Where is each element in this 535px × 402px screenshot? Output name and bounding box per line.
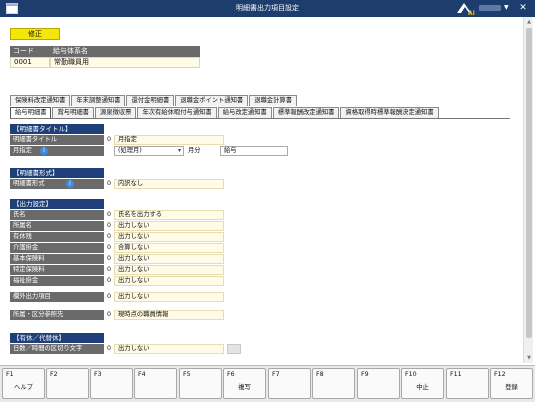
f12-register-button[interactable]: F12 登録 [490, 368, 533, 399]
f7-button[interactable]: F7 [268, 368, 311, 399]
field-value: 出力しない [114, 254, 224, 264]
field-label: 基本保険料 [10, 254, 104, 264]
section-statement-title: 【明細書タイトル】 明細書タイトル 0 月指定 月指定 i (処理月) ▾ 月分… [10, 124, 288, 156]
tab-retirement-calculation[interactable]: 退職金計算書 [249, 95, 297, 106]
chevron-down-icon[interactable]: ▼ [504, 4, 509, 11]
section-header: 【有休／代替休】 [10, 333, 104, 343]
section-output-settings: 【出力設定】 氏名 0 氏名を出力する 所属名 0 出力しない 有休残 0 出力しない 介護… [10, 199, 224, 286]
section-output-extra: 欄外出力項目 0 出力しない [10, 292, 224, 302]
vertical-scrollbar[interactable]: ▲ ▼ [523, 17, 533, 363]
field-value: 現時点の職員情報 [114, 310, 224, 320]
function-key-bar: F1 ヘルプ F2 F3 F4 F5 F6 複写 F7 F8 F9 F10 中止 F1… [0, 365, 535, 402]
column-header-code: コード [10, 46, 50, 57]
field-label: 所属名 [10, 221, 104, 231]
tab-salary-revision[interactable]: 給与改定通知書 [217, 107, 272, 118]
f1-help-button[interactable]: F1 ヘルプ [2, 368, 45, 399]
info-icon[interactable]: i [40, 147, 48, 155]
tab-insurance-revision[interactable]: 保険料改定通知書 [10, 95, 71, 106]
edit-button[interactable]: 修正 [10, 28, 60, 40]
tab-refund-statement[interactable]: 還付金明細書 [126, 95, 175, 106]
field-value: 出力しない [114, 344, 224, 354]
f9-button[interactable]: F9 [357, 368, 400, 399]
title-text-input[interactable]: 給与 [220, 146, 288, 156]
field-code[interactable]: 0 [104, 254, 114, 264]
field-code[interactable]: 0 [104, 232, 114, 242]
user-info[interactable] [479, 5, 501, 11]
month-select[interactable]: (処理月) ▾ [114, 146, 184, 156]
field-value: 出力しない [114, 221, 224, 231]
section-header: 【出力設定】 [10, 199, 104, 209]
scroll-thumb[interactable] [526, 28, 532, 338]
f2-button[interactable]: F2 [46, 368, 89, 399]
field-value: 出力しない [114, 232, 224, 242]
field-code[interactable]: 0 [104, 276, 114, 286]
svg-text:AI: AI [468, 10, 475, 16]
field-label: 氏名 [10, 210, 104, 220]
delimiter-button[interactable] [227, 344, 241, 354]
tab-row-1: 保険料改定通知書 年末調整通知書 還付金明細書 退職金ポイント通知書 退職金計算… [10, 95, 298, 106]
section-header: 【明細書タイトル】 [10, 124, 104, 134]
tab-row-2: 給与明細書 賞与明細書 源泉徴収票 年次有給休暇付与通知書 給与改定通知書 標準… [10, 107, 440, 118]
field-value: 出力しない [114, 265, 224, 275]
field-label: 特定保険料 [10, 265, 104, 275]
tab-withholding-slip[interactable]: 源泉徴収票 [94, 107, 137, 118]
field-value: 出力しない [114, 292, 224, 302]
field-label: 月指定 i [10, 146, 104, 156]
field-value: 内訳なし [114, 179, 224, 189]
field-value: 氏名を出力する [114, 210, 224, 220]
field-label: 日数／時間の区切り文字 [10, 344, 104, 354]
field-code[interactable]: 0 [104, 292, 114, 302]
scroll-down-icon[interactable]: ▼ [525, 354, 533, 362]
salary-system-table: コード 給与体系名 0001 常勤職員用 [10, 46, 200, 68]
section-header: 【明細書形式】 [10, 168, 104, 178]
f3-button[interactable]: F3 [90, 368, 133, 399]
field-code[interactable]: 0 [104, 310, 114, 320]
tab-paid-leave-notice[interactable]: 年次有給休暇付与通知書 [137, 107, 217, 118]
field-label: 有休残 [10, 232, 104, 242]
field-code[interactable]: 0 [104, 243, 114, 253]
tab-bonus-statement[interactable]: 賞与明細書 [52, 107, 94, 118]
field-label: 福祉掛金 [10, 276, 104, 286]
field-value: 月指定 [114, 135, 224, 145]
field-code[interactable]: 0 [104, 344, 114, 354]
month-unit-label: 月分 [188, 147, 201, 154]
field-label: 欄外出力項目 [10, 292, 104, 302]
title-bar: 明細書出力項目設定 AI ▼ ✕ [0, 0, 535, 17]
field-value: 出力しない [114, 276, 224, 286]
tab-retirement-points[interactable]: 退職金ポイント通知書 [175, 95, 249, 106]
tab-year-end-adjustment[interactable]: 年末調整通知書 [71, 95, 126, 106]
ai-logo-icon: AI [457, 3, 475, 16]
section-statement-format: 【明細書形式】 明細書形式 i 0 内訳なし [10, 168, 224, 189]
f11-button[interactable]: F11 [446, 368, 489, 399]
tab-standard-remuneration-decision[interactable]: 資格取得時標準報酬決定通知書 [340, 107, 439, 118]
code-cell: 0001 [10, 57, 50, 68]
field-code[interactable]: 0 [104, 265, 114, 275]
tab-standard-remuneration-revision[interactable]: 標準報酬改定通知書 [272, 107, 340, 118]
field-code[interactable]: 0 [104, 210, 114, 220]
scroll-up-icon[interactable]: ▲ [525, 18, 533, 26]
info-icon[interactable]: i [66, 180, 74, 188]
tab-divider [10, 118, 510, 119]
tab-payslip[interactable]: 給与明細書 [10, 107, 52, 118]
f5-button[interactable]: F5 [179, 368, 222, 399]
name-cell: 常勤職員用 [50, 57, 200, 68]
field-label: 明細書形式 i [10, 179, 104, 189]
field-label: 所属・区分参照先 [10, 310, 104, 320]
f10-cancel-button[interactable]: F10 中止 [401, 368, 444, 399]
f6-copy-button[interactable]: F6 複写 [223, 368, 266, 399]
field-code[interactable]: 0 [104, 221, 114, 231]
field-label: 介護掛金 [10, 243, 104, 253]
f8-button[interactable]: F8 [312, 368, 355, 399]
field-label: 明細書タイトル [10, 135, 104, 145]
f4-button[interactable]: F4 [134, 368, 177, 399]
column-header-name: 給与体系名 [50, 46, 200, 57]
chevron-down-icon: ▾ [177, 147, 181, 154]
field-value: 合算しない [114, 243, 224, 253]
field-code[interactable]: 0 [104, 179, 114, 189]
field-code[interactable]: 0 [104, 135, 114, 145]
close-icon[interactable]: ✕ [516, 2, 530, 15]
section-output-reference: 所属・区分参照先 0 現時点の職員情報 [10, 310, 224, 320]
section-holiday: 【有休／代替休】 日数／時間の区切り文字 0 出力しない [10, 333, 241, 354]
